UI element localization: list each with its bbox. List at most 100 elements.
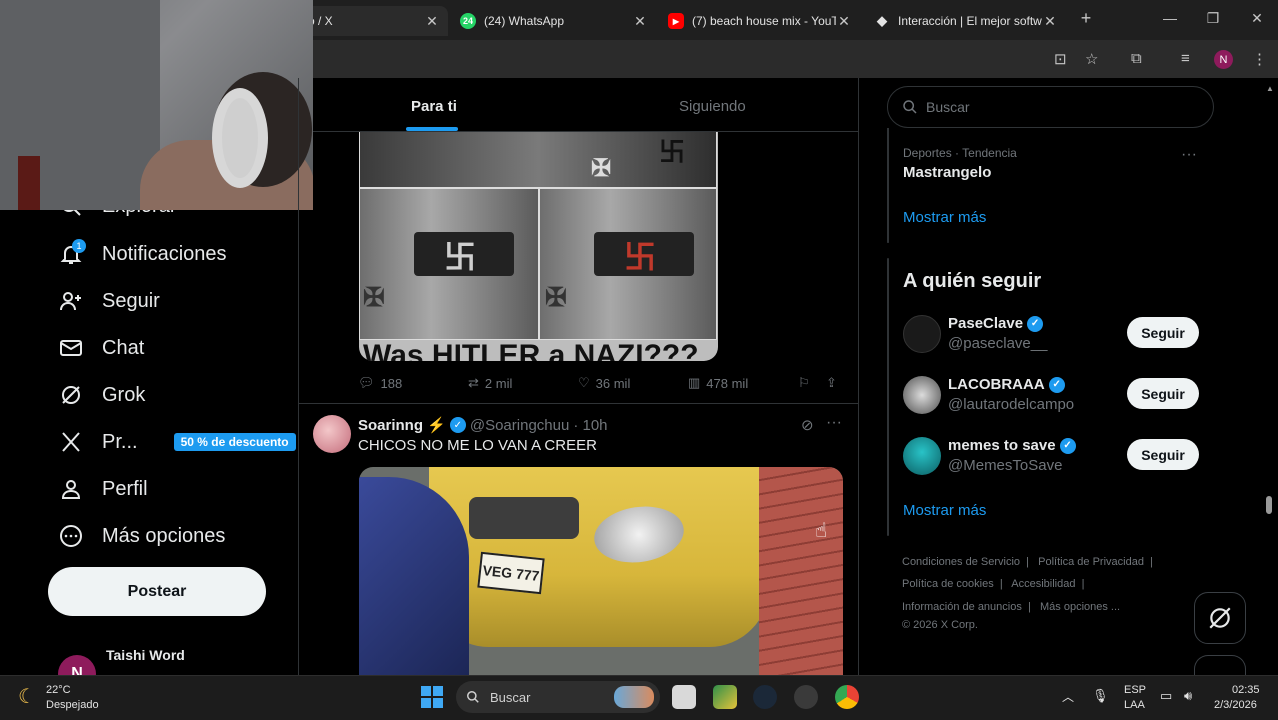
- tab-interaccion[interactable]: ◆ Interacción | El mejor softwa ✕: [866, 6, 1066, 36]
- tab-whatsapp[interactable]: 24 (24) WhatsApp ✕: [452, 6, 656, 36]
- tab-x[interactable]: o / X ✕: [300, 6, 448, 36]
- image-caption: Was HITLER a NAZI???: [363, 339, 699, 361]
- keyboard-layout[interactable]: LAA: [1124, 699, 1145, 711]
- minimize-icon[interactable]: —: [1160, 10, 1180, 26]
- new-tab-icon[interactable]: +: [1076, 8, 1096, 29]
- trend-name[interactable]: Mastrangelo: [903, 164, 991, 181]
- nav-profile[interactable]: Perfil: [58, 471, 148, 507]
- bookmark-icon[interactable]: ⚐: [798, 374, 810, 392]
- network-icon[interactable]: ▭: [1160, 688, 1172, 704]
- follow-suggestion[interactable]: memes to save ✓ @MemesToSave Seguir: [903, 437, 1199, 477]
- follow-suggestion[interactable]: PaseClave ✓ @paseclave__ Seguir: [903, 315, 1199, 355]
- views-button[interactable]: ▥ 478 mil: [688, 374, 748, 392]
- account-switcher[interactable]: N Taishi Word: [58, 647, 185, 693]
- author-handle[interactable]: @Soaringchuu: [470, 417, 569, 434]
- show-more-trends-link[interactable]: Mostrar más: [903, 209, 986, 226]
- follow-button[interactable]: Seguir: [1127, 439, 1199, 470]
- task-view-icon[interactable]: [672, 685, 696, 709]
- menu-kebab-icon[interactable]: ⋮: [1252, 50, 1267, 68]
- footer-links: Política de cookies | Accesibilidad |: [902, 578, 1085, 590]
- media-control-icon[interactable]: ≡: [1181, 50, 1190, 67]
- profile-avatar[interactable]: N: [1214, 50, 1233, 69]
- clock-date[interactable]: 2/3/2026: [1214, 699, 1257, 711]
- like-count: 36 mil: [595, 375, 631, 391]
- scrollbar-thumb[interactable]: [1266, 496, 1272, 514]
- volume-icon[interactable]: 🔊︎: [1184, 688, 1192, 704]
- nav-label: Notificaciones: [102, 242, 227, 265]
- steam-icon[interactable]: [753, 685, 777, 709]
- tab-for-you[interactable]: Para ti: [411, 98, 457, 115]
- follow-button[interactable]: Seguir: [1127, 317, 1199, 348]
- footer-link-terms[interactable]: Condiciones de Servicio: [902, 556, 1020, 568]
- nav-more-options[interactable]: Más opciones: [58, 518, 225, 554]
- tab-title: (7) beach house mix - YouTu: [692, 14, 836, 28]
- microphone-icon[interactable]: 🎙︎: [1092, 688, 1109, 704]
- follow-button[interactable]: Seguir: [1127, 378, 1199, 409]
- install-app-icon[interactable]: ⊡: [1054, 50, 1067, 68]
- post-button[interactable]: Postear: [48, 567, 266, 616]
- trends-panel: [887, 128, 889, 243]
- grok-icon: [58, 382, 84, 408]
- nav-follow[interactable]: Seguir: [58, 283, 160, 319]
- footer-link-more[interactable]: Más opciones ...: [1040, 601, 1120, 613]
- suggestion-name: memes to save: [948, 437, 1056, 454]
- taskbar-search[interactable]: Buscar: [456, 681, 660, 713]
- clock-time[interactable]: 02:35: [1232, 684, 1260, 696]
- language-indicator[interactable]: ESP: [1124, 684, 1146, 696]
- suggestion-handle: @MemesToSave: [948, 457, 1063, 474]
- repost-button[interactable]: ⇄ 2 mil: [468, 374, 512, 392]
- like-button[interactable]: ♡ 36 mil: [578, 374, 630, 392]
- show-more-follows-link[interactable]: Mostrar más: [903, 502, 986, 519]
- nav-grok[interactable]: Grok: [58, 377, 145, 413]
- scroll-up-arrow-icon[interactable]: ▲: [1266, 84, 1274, 93]
- close-icon[interactable]: ✕: [632, 13, 648, 30]
- follow-suggestion[interactable]: LACOBRAAA ✓ @lautarodelcampo Seguir: [903, 376, 1199, 416]
- app-icon[interactable]: [713, 685, 737, 709]
- close-icon[interactable]: ✕: [836, 13, 852, 30]
- extensions-icon[interactable]: ⧉: [1131, 50, 1142, 67]
- promo-badge[interactable]: 50 % de descuento: [173, 433, 296, 451]
- suggestion-handle: @paseclave__: [948, 335, 1048, 352]
- nav-premium[interactable]: Pr... 50 % de descuento: [58, 424, 296, 460]
- chevron-up-icon[interactable]: ︿: [1062, 688, 1074, 705]
- footer-link-accessibility[interactable]: Accesibilidad: [1011, 578, 1075, 590]
- more-dots-icon[interactable]: ···: [1181, 146, 1197, 164]
- tweet-image[interactable]: ✠ 卐 卐 卐 ✠ ✠ Was HITLER a NAZI???: [359, 132, 718, 361]
- grok-icon[interactable]: ⊘: [801, 416, 814, 434]
- x-logo-icon: [58, 429, 84, 455]
- who-to-follow-title: A quién seguir: [903, 270, 1042, 292]
- nav-chat[interactable]: Chat: [58, 330, 144, 366]
- author-name[interactable]: Soarinng ⚡: [358, 416, 446, 434]
- tab-following[interactable]: Siguiendo: [679, 98, 746, 115]
- tweet-separator: [299, 403, 858, 404]
- bookmark-star-icon[interactable]: ☆: [1085, 50, 1098, 68]
- nav-notifications[interactable]: 1 Notificaciones: [58, 236, 227, 272]
- verified-icon: ✓: [1048, 376, 1065, 393]
- app-icon-2[interactable]: [794, 685, 818, 709]
- grok-floating-button[interactable]: [1194, 592, 1246, 644]
- tab-title: (24) WhatsApp: [484, 14, 565, 28]
- close-icon[interactable]: ✕: [1042, 13, 1058, 30]
- close-icon[interactable]: ✕: [424, 13, 440, 30]
- tab-youtube[interactable]: ▶ (7) beach house mix - YouTu ✕: [660, 6, 860, 36]
- repost-count: 2 mil: [484, 375, 513, 391]
- search-input[interactable]: Buscar: [887, 86, 1214, 128]
- close-window-icon[interactable]: ✕: [1247, 10, 1267, 27]
- restore-icon[interactable]: ❐: [1203, 10, 1223, 27]
- more-dots-icon[interactable]: ···: [826, 414, 842, 432]
- mail-icon: [58, 335, 84, 361]
- avatar: [903, 437, 941, 475]
- chrome-icon[interactable]: [835, 685, 859, 709]
- avatar[interactable]: [313, 415, 351, 453]
- weather-temp[interactable]: 22°C: [46, 684, 71, 696]
- tweet-time[interactable]: · 10h: [573, 417, 607, 434]
- share-icon[interactable]: ⇪: [826, 374, 837, 392]
- moon-weather-icon: ☾: [18, 686, 36, 708]
- reply-button[interactable]: 💬︎ 188: [358, 374, 402, 392]
- footer-link-cookies[interactable]: Política de cookies: [902, 578, 994, 590]
- footer-link-privacy[interactable]: Política de Privacidad: [1038, 556, 1144, 568]
- windows-start-icon[interactable]: [421, 686, 443, 708]
- tweet-image[interactable]: VEG 777: [359, 467, 843, 675]
- weather-desc[interactable]: Despejado: [46, 699, 99, 711]
- footer-link-ads[interactable]: Información de anuncios: [902, 601, 1022, 613]
